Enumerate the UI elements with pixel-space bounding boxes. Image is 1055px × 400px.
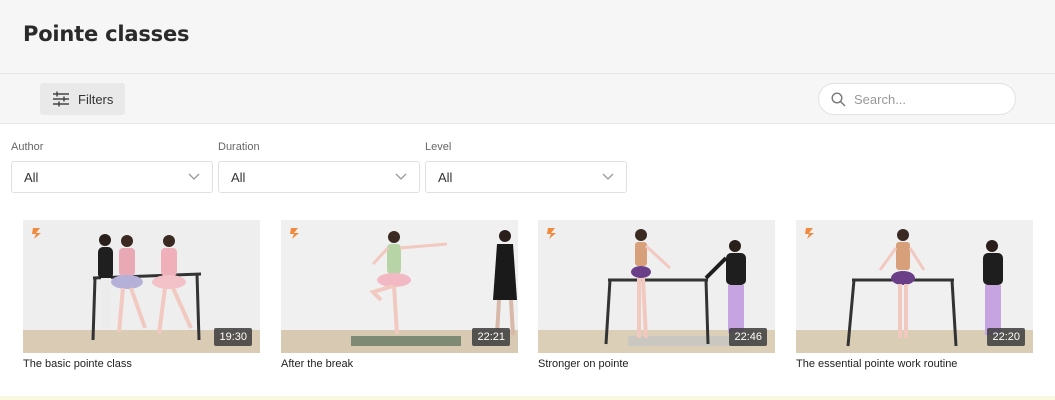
page-header: Pointe classes	[0, 0, 1055, 74]
video-thumbnail[interactable]: 22:21	[281, 220, 518, 353]
sliders-icon	[53, 91, 69, 107]
brand-logo-icon	[290, 228, 299, 239]
video-card[interactable]: 19:30 The basic pointe class	[23, 220, 260, 370]
duration-select-value: All	[231, 169, 246, 185]
duration-filter-label: Duration	[218, 141, 260, 153]
brand-logo-icon	[547, 228, 556, 239]
author-filter-label: Author	[11, 141, 44, 153]
level-filter-label: Level	[425, 141, 452, 153]
video-card[interactable]: 22:21 After the break	[281, 220, 518, 370]
author-filter: Author All	[11, 141, 213, 193]
video-title[interactable]: The basic pointe class	[23, 358, 260, 370]
chevron-down-icon	[602, 173, 614, 180]
duration-filter: Duration All	[218, 141, 420, 193]
chevron-down-icon	[188, 173, 200, 180]
video-duration: 19:30	[214, 328, 252, 346]
video-card[interactable]: 22:20 The essential pointe work routine	[796, 220, 1033, 370]
search-input[interactable]	[854, 91, 994, 107]
level-filter: Level All	[425, 141, 627, 193]
video-title[interactable]: Stronger on pointe	[538, 358, 775, 370]
footer-divider	[0, 396, 1055, 400]
toolbar: Filters	[0, 74, 1055, 124]
brand-logo-icon	[805, 228, 814, 239]
level-select[interactable]: All	[425, 161, 627, 193]
brand-logo-icon	[32, 228, 41, 239]
video-thumbnail[interactable]: 19:30	[23, 220, 260, 353]
video-card[interactable]: 22:46 Stronger on pointe	[538, 220, 775, 370]
search-box[interactable]	[818, 83, 1016, 115]
video-thumbnail[interactable]: 22:20	[796, 220, 1033, 353]
duration-select[interactable]: All	[218, 161, 420, 193]
video-title[interactable]: The essential pointe work routine	[796, 358, 1033, 370]
filters-button-label: Filters	[78, 91, 114, 107]
page-title: Pointe classes	[23, 22, 190, 46]
video-duration: 22:46	[729, 328, 767, 346]
video-thumbnail[interactable]: 22:46	[538, 220, 775, 353]
search-icon	[831, 91, 846, 106]
author-select-value: All	[24, 169, 39, 185]
level-select-value: All	[438, 169, 453, 185]
video-duration: 22:21	[472, 328, 510, 346]
video-duration: 22:20	[987, 328, 1025, 346]
filters-button[interactable]: Filters	[40, 83, 125, 115]
video-title[interactable]: After the break	[281, 358, 518, 370]
chevron-down-icon	[395, 173, 407, 180]
author-select[interactable]: All	[11, 161, 213, 193]
